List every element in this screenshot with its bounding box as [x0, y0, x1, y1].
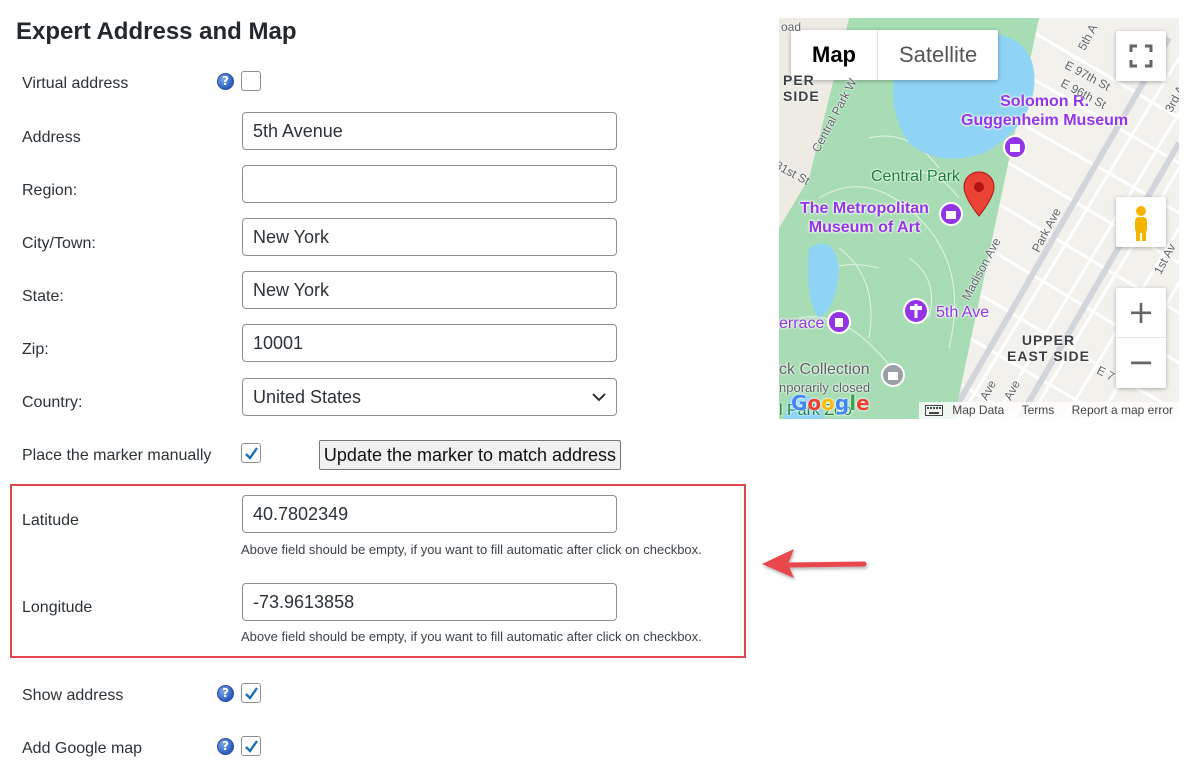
- help-icon[interactable]: ?: [217, 73, 234, 90]
- poi-terrace[interactable]: errace: [779, 315, 824, 333]
- map-marker-icon[interactable]: [962, 170, 996, 220]
- museum-icon: [1003, 135, 1027, 159]
- show-address-label: Show address: [22, 687, 124, 704]
- state-label: State:: [22, 288, 64, 305]
- zip-input[interactable]: [242, 324, 617, 362]
- zoom-control: + −: [1116, 288, 1166, 388]
- place-marker-label: Place the marker manually: [22, 447, 212, 464]
- add-google-map-label: Add Google map: [22, 740, 143, 757]
- checkmark-icon: [245, 447, 258, 460]
- district-upper-east-side: UPPER EAST SIDE: [1007, 332, 1090, 364]
- address-input[interactable]: [242, 112, 617, 150]
- latitude-input[interactable]: [242, 495, 617, 533]
- show-address-checkbox[interactable]: [241, 683, 261, 703]
- zoom-out-button[interactable]: −: [1116, 338, 1166, 388]
- city-label: City/Town:: [22, 235, 96, 252]
- latitude-hint: Above field should be empty, if you want…: [241, 542, 702, 557]
- fountain-icon: [827, 310, 851, 334]
- museum-closed-icon: [881, 363, 905, 387]
- longitude-hint: Above field should be empty, if you want…: [241, 629, 702, 644]
- checkmark-icon: [245, 740, 258, 753]
- map-attribution: Map Data Terms Report a map error: [918, 402, 1179, 419]
- arrow-left-icon: [762, 549, 867, 578]
- keyboard-icon[interactable]: [924, 405, 943, 417]
- place-marker-checkbox[interactable]: [241, 443, 261, 463]
- google-logo: Google: [791, 391, 870, 415]
- country-label: Country:: [22, 394, 83, 411]
- help-icon[interactable]: ?: [217, 738, 234, 755]
- add-google-map-checkbox[interactable]: [241, 736, 261, 756]
- region-label: Region:: [22, 182, 78, 199]
- terms-link[interactable]: Terms: [1022, 403, 1055, 417]
- latitude-label: Latitude: [22, 512, 79, 529]
- state-input[interactable]: [242, 271, 617, 309]
- city-input[interactable]: [242, 218, 617, 256]
- longitude-label: Longitude: [22, 599, 93, 616]
- google-map[interactable]: Map Satellite + − Solomon R. Guggenheim …: [779, 18, 1179, 419]
- country-select-value: United States: [253, 387, 362, 407]
- chevron-down-icon: [592, 393, 606, 402]
- park-central[interactable]: Central Park: [871, 168, 960, 186]
- map-data-link[interactable]: Map Data: [952, 403, 1004, 417]
- virtual-address-label: Virtual address: [22, 75, 129, 92]
- pegman-icon: [1135, 206, 1147, 241]
- page-title: Expert Address and Map: [16, 18, 297, 45]
- poi-5th-ave[interactable]: 5th Ave: [936, 304, 989, 322]
- zip-label: Zip:: [22, 341, 49, 358]
- fullscreen-icon: [1129, 44, 1153, 68]
- report-error-link[interactable]: Report a map error: [1072, 403, 1173, 417]
- tab-satellite[interactable]: Satellite: [878, 30, 998, 80]
- zoom-in-button[interactable]: +: [1116, 288, 1166, 338]
- longitude-input[interactable]: [242, 583, 617, 621]
- poi-met[interactable]: The Metropolitan Museum of Art: [800, 199, 929, 237]
- address-label: Address: [22, 129, 81, 146]
- poi-collection[interactable]: ck Collection: [779, 361, 870, 379]
- landmark-icon: [903, 298, 929, 324]
- virtual-address-checkbox[interactable]: [241, 71, 261, 91]
- checkmark-icon: [245, 687, 258, 700]
- street-road: oad: [781, 20, 802, 34]
- country-select[interactable]: United States: [242, 378, 617, 416]
- museum-icon: [939, 202, 963, 226]
- street-view-pegman[interactable]: [1116, 197, 1166, 247]
- map-type-control: Map Satellite: [791, 30, 999, 80]
- district-upper-west: PER SIDE: [783, 72, 820, 104]
- update-marker-button[interactable]: Update the marker to match address: [319, 440, 621, 470]
- fullscreen-button[interactable]: [1116, 31, 1166, 81]
- help-icon[interactable]: ?: [217, 685, 234, 702]
- region-input[interactable]: [242, 165, 617, 203]
